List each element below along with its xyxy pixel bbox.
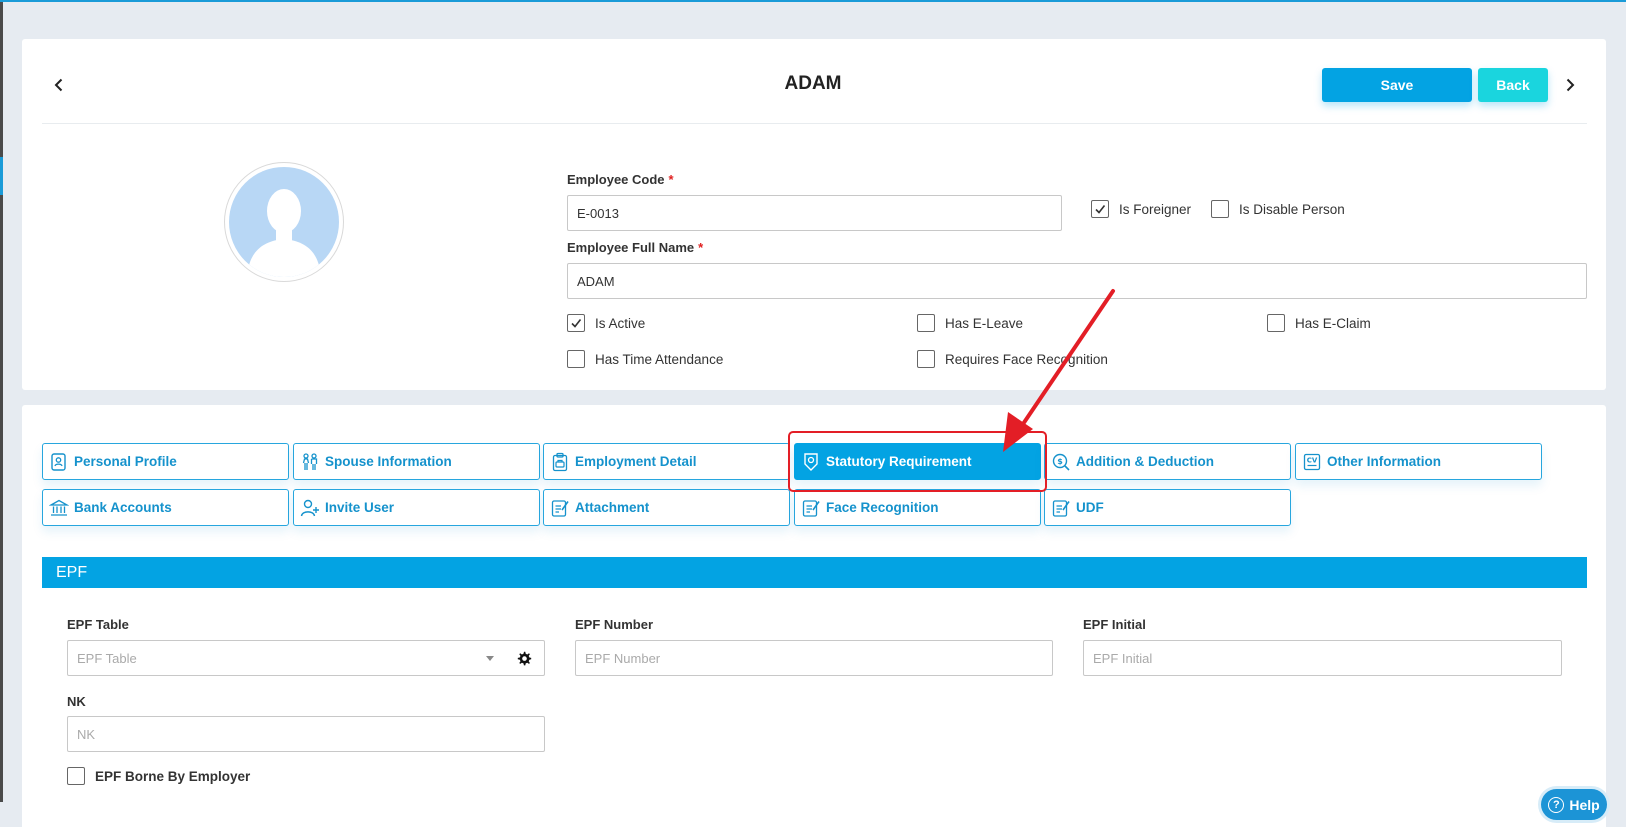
checkbox-checked[interactable] [567,314,585,332]
chevron-down-icon[interactable] [486,656,494,661]
tab-other-information[interactable]: CV Other Information [1295,443,1542,480]
tab-employment-detail[interactable]: Employment Detail [543,443,790,480]
question-icon: ? [1548,796,1565,813]
tab-face-recognition[interactable]: Face Recognition [794,489,1041,526]
requires-face-recognition-label: Requires Face Recognition [945,351,1108,367]
badge-icon [801,452,821,472]
epf-number-label: EPF Number [575,617,654,632]
has-e-claim-label: Has E-Claim [1295,315,1371,331]
is-foreigner-checkbox[interactable]: Is Foreigner [1091,200,1191,218]
epf-initial-input[interactable] [1093,650,1552,666]
couple-icon [300,452,320,472]
tab-label: Attachment [575,500,650,515]
checkbox-unchecked[interactable] [917,314,935,332]
is-disable-person-checkbox[interactable]: Is Disable Person [1211,200,1345,218]
has-time-attendance-checkbox[interactable]: Has Time Attendance [567,350,723,368]
checkbox-unchecked[interactable] [567,350,585,368]
epf-table-input[interactable] [77,650,457,666]
chevron-left-icon [54,78,63,92]
epf-table-label: EPF Table [67,617,129,632]
tab-label: UDF [1076,500,1104,515]
tab-label: Bank Accounts [74,500,172,515]
tab-spouse-information[interactable]: Spouse Information [293,443,540,480]
tab-label: Personal Profile [74,454,177,469]
epf-borne-by-employer-checkbox[interactable]: EPF Borne By Employer [67,767,250,785]
avatar-placeholder-icon [229,167,339,277]
epf-initial-field[interactable] [1083,640,1562,676]
epf-initial-label: EPF Initial [1083,617,1146,632]
help-label: Help [1569,796,1600,813]
previous-record-button[interactable] [44,70,74,100]
tab-attachment[interactable]: Attachment [543,489,790,526]
help-button[interactable]: ? Help [1541,789,1607,820]
nk-label: NK [67,694,86,709]
tab-label: Addition & Deduction [1076,454,1214,469]
gear-icon[interactable] [516,651,532,667]
check-icon [571,319,582,328]
chevron-right-icon [1566,78,1575,92]
document-edit-icon [550,498,570,518]
left-edge-indicator [0,157,3,195]
checkbox-unchecked[interactable] [67,767,85,785]
next-record-button[interactable] [1555,70,1585,100]
tab-statutory-requirement[interactable]: Statutory Requirement [794,443,1041,480]
cv-icon: CV [1302,452,1322,472]
nk-input[interactable] [77,726,535,742]
coin-search-icon: $ [1051,452,1071,472]
user-plus-icon [300,498,320,518]
tab-bank-accounts[interactable]: Bank Accounts [42,489,289,526]
profile-icon [49,452,69,472]
epf-number-field[interactable] [575,640,1053,676]
checkbox-unchecked[interactable] [1211,200,1229,218]
employee-full-name-field[interactable] [567,263,1587,299]
left-edge [0,2,3,802]
document-edit-icon [801,498,821,518]
has-e-leave-checkbox[interactable]: Has E-Leave [917,314,1023,332]
avatar[interactable] [224,162,344,282]
employee-full-name-label: Employee Full Name * [567,240,704,255]
header-divider [42,123,1587,124]
has-e-leave-label: Has E-Leave [945,315,1024,331]
checkbox-unchecked[interactable] [1267,314,1285,332]
document-edit-icon [1051,498,1071,518]
tab-label: Face Recognition [826,500,939,515]
is-foreigner-label: Is Foreigner [1119,201,1192,217]
clipboard-icon [550,452,570,472]
is-active-checkbox[interactable]: Is Active [567,314,645,332]
top-accent-line [0,0,1626,2]
save-button[interactable]: Save [1322,68,1472,102]
is-disable-person-label: Is Disable Person [1239,201,1345,217]
tab-label: Other Information [1327,454,1441,469]
epf-number-input[interactable] [585,650,1043,666]
checkbox-unchecked[interactable] [917,350,935,368]
svg-text:CV: CV [1307,456,1318,464]
employee-code-input[interactable] [577,205,1052,221]
tab-udf[interactable]: UDF [1044,489,1291,526]
employee-full-name-input[interactable] [577,273,1577,289]
tab-label: Employment Detail [575,454,697,469]
employee-code-label: Employee Code * [567,172,674,187]
tab-label: Spouse Information [325,454,452,469]
epf-table-select[interactable] [67,640,545,676]
is-active-label: Is Active [595,315,646,331]
back-button[interactable]: Back [1478,68,1548,102]
checkbox-checked[interactable] [1091,200,1109,218]
tab-personal-profile[interactable]: Personal Profile [42,443,289,480]
employee-code-field[interactable] [567,195,1062,231]
tab-label: Invite User [325,500,395,515]
tab-addition-deduction[interactable]: $ Addition & Deduction [1044,443,1291,480]
has-time-attendance-label: Has Time Attendance [595,351,724,367]
tab-invite-user[interactable]: Invite User [293,489,540,526]
tab-label: Statutory Requirement [826,454,972,469]
epf-borne-by-employer-label: EPF Borne By Employer [95,768,251,784]
has-e-claim-checkbox[interactable]: Has E-Claim [1267,314,1371,332]
epf-section-header: EPF [42,557,1587,588]
svg-text:$: $ [1057,457,1063,466]
check-icon [1095,205,1106,214]
bank-icon [49,498,69,518]
nk-field[interactable] [67,716,545,752]
requires-face-recognition-checkbox[interactable]: Requires Face Recognition [917,350,1108,368]
